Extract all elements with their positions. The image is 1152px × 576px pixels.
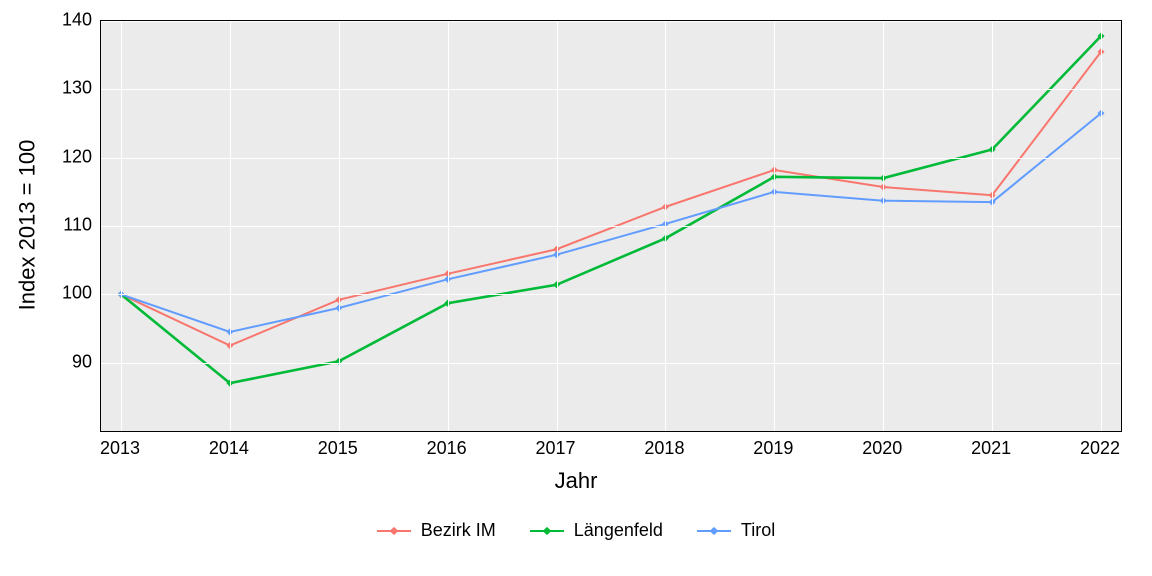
grid-line-v xyxy=(992,21,993,431)
grid-line-h xyxy=(101,294,1121,295)
y-tick-label: 90 xyxy=(42,351,92,372)
x-tick-label: 2013 xyxy=(100,438,140,459)
grid-line-h xyxy=(101,158,1121,159)
x-tick-label: 2022 xyxy=(1080,438,1120,459)
grid-line-v xyxy=(339,21,340,431)
grid-line-v xyxy=(883,21,884,431)
grid-line-h xyxy=(101,21,1121,22)
y-axis-title: Index 2013 = 100 xyxy=(12,20,42,430)
grid-line-h xyxy=(101,226,1121,227)
x-tick-label: 2021 xyxy=(971,438,1011,459)
grid-line-h xyxy=(101,363,1121,364)
line-chart: Index 2013 = 100 Jahr Bezirk IM Längenfel… xyxy=(0,0,1152,576)
x-axis-title: Jahr xyxy=(0,468,1152,494)
legend-item: Tirol xyxy=(697,520,775,541)
grid-line-v xyxy=(230,21,231,431)
grid-line-v xyxy=(448,21,449,431)
x-tick-label: 2014 xyxy=(209,438,249,459)
x-tick-label: 2018 xyxy=(644,438,684,459)
y-tick-label: 120 xyxy=(42,146,92,167)
x-tick-label: 2019 xyxy=(753,438,793,459)
grid-line-h xyxy=(101,89,1121,90)
series-line xyxy=(121,113,1101,332)
y-tick-label: 140 xyxy=(42,10,92,31)
x-axis-title-text: Jahr xyxy=(555,468,598,493)
grid-line-v xyxy=(774,21,775,431)
legend-label: Tirol xyxy=(741,520,775,541)
legend-item: Längenfeld xyxy=(530,520,663,541)
legend-label: Längenfeld xyxy=(574,520,663,541)
x-tick-label: 2016 xyxy=(427,438,467,459)
grid-line-v xyxy=(665,21,666,431)
grid-line-v xyxy=(121,21,122,431)
legend-swatch xyxy=(697,530,731,532)
y-tick-label: 130 xyxy=(42,78,92,99)
legend-label: Bezirk IM xyxy=(421,520,496,541)
legend: Bezirk IM Längenfeld Tirol xyxy=(0,520,1152,541)
series-line xyxy=(121,36,1101,383)
grid-line-v xyxy=(557,21,558,431)
legend-swatch xyxy=(530,530,564,532)
y-tick-label: 100 xyxy=(42,283,92,304)
y-axis-title-text: Index 2013 = 100 xyxy=(14,140,40,311)
x-tick-label: 2020 xyxy=(862,438,902,459)
y-tick-label: 110 xyxy=(42,215,92,236)
x-tick-label: 2017 xyxy=(536,438,576,459)
x-tick-label: 2015 xyxy=(318,438,358,459)
series-line xyxy=(121,52,1101,346)
legend-item: Bezirk IM xyxy=(377,520,496,541)
plot-area xyxy=(100,20,1122,432)
grid-line-v xyxy=(1101,21,1102,431)
legend-swatch xyxy=(377,530,411,532)
